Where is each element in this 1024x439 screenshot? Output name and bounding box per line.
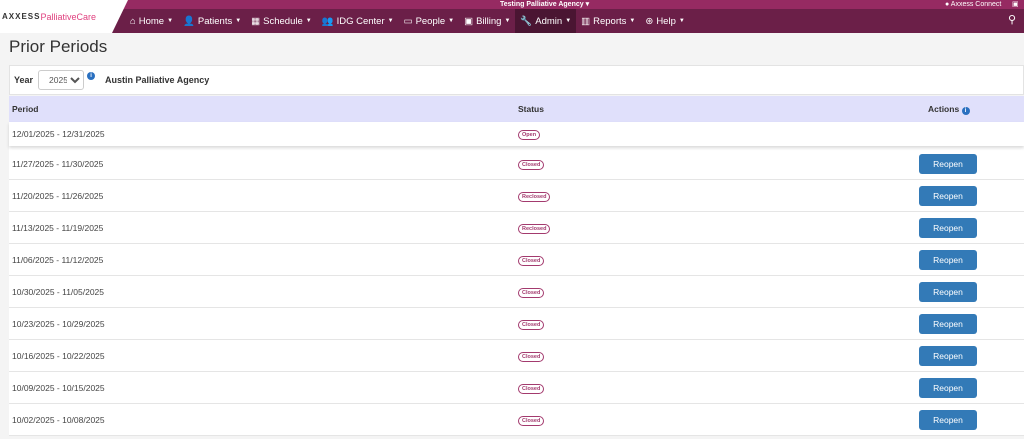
caret-down-icon: ▼ <box>305 18 312 24</box>
reopen-button[interactable]: Reopen <box>919 281 977 302</box>
chart-icon: ▥ <box>581 15 591 27</box>
reopen-button[interactable]: Reopen <box>919 313 977 334</box>
caret-down-icon: ▼ <box>565 18 572 24</box>
period-cell: 11/20/2025 - 11/26/2025 <box>12 190 104 201</box>
status-header: Status <box>518 104 544 114</box>
status-badge: Closed <box>518 158 545 170</box>
year-select[interactable]: 2025 <box>38 70 85 90</box>
life-ring-icon: ⊛ <box>645 15 654 27</box>
nav-label: Reports <box>593 15 627 27</box>
period-cell: 10/16/2025 - 10/22/2025 <box>12 350 105 361</box>
nav-billing[interactable]: ▣ Billing ▼ <box>459 9 515 33</box>
reopen-button[interactable]: Reopen <box>919 345 977 366</box>
table-row: 11/20/2025 - 11/26/2025 Reclosed Reopen <box>9 180 1024 212</box>
table-row: 12/01/2025 - 12/31/2025 Open <box>9 122 1024 146</box>
caret-down-icon: ▼ <box>387 18 394 24</box>
table-row: 10/02/2025 - 10/08/2025 Closed Reopen <box>9 404 1024 436</box>
table-header: Period Status Actions i <box>9 96 1024 122</box>
table-row: 11/27/2025 - 11/30/2025 Closed Reopen <box>9 148 1024 180</box>
table-row: 10/09/2025 - 10/15/2025 Closed Reopen <box>9 372 1024 404</box>
nav-label: Help <box>656 15 676 27</box>
period-cell: 10/23/2025 - 10/29/2025 <box>12 318 105 329</box>
wrench-icon: 🔧 <box>520 15 533 27</box>
status-badge: Closed <box>518 286 545 298</box>
nav-label: People <box>415 15 446 27</box>
period-cell: 11/27/2025 - 11/30/2025 <box>12 158 104 169</box>
caret-down-icon: ▼ <box>448 18 455 24</box>
nav-idg-center[interactable]: 👥 IDG Center ▼ <box>317 9 399 33</box>
status-badge: Closed <box>518 414 545 426</box>
agency-switcher[interactable]: Testing Palliative Agency ▾ <box>500 0 589 9</box>
period-cell: 11/06/2025 - 11/12/2025 <box>12 254 104 265</box>
nav-menu: ⌂ Home ▼ 👤 Patients ▼ ▦ Schedule ▼ 👥 IDG Center ▼ ▭ P… <box>125 9 690 33</box>
reopen-button[interactable]: Reopen <box>919 217 977 238</box>
caret-down-icon: ▼ <box>678 18 685 24</box>
reopen-button[interactable]: Reopen <box>919 249 977 270</box>
info-icon[interactable]: i <box>87 72 96 80</box>
caret-down-icon: ▼ <box>235 18 242 24</box>
calendar-icon: ▦ <box>251 15 261 27</box>
period-cell: 10/09/2025 - 10/15/2025 <box>12 382 105 393</box>
home-icon: ⌂ <box>130 15 136 27</box>
users-icon: 👥 <box>321 15 334 27</box>
actions-header: Actions i <box>928 104 970 115</box>
table-row: 11/13/2025 - 11/19/2025 Reclosed Reopen <box>9 212 1024 244</box>
calendar-icon[interactable]: ▣ <box>1012 0 1019 9</box>
nav-schedule[interactable]: ▦ Schedule ▼ <box>246 9 317 33</box>
period-cell: 11/13/2025 - 11/19/2025 <box>12 222 104 233</box>
nav-home[interactable]: ⌂ Home ▼ <box>125 9 178 33</box>
reopen-button[interactable]: Reopen <box>919 185 977 206</box>
search-icon[interactable]: ⚲ <box>1008 13 1016 26</box>
id-card-icon: ▭ <box>403 15 413 27</box>
nav-help[interactable]: ⊛ Help ▼ <box>640 9 689 33</box>
user-icon: 👤 <box>183 15 195 27</box>
caret-down-icon: ▼ <box>504 18 511 24</box>
nav-label: IDG Center <box>336 15 385 27</box>
page-title: Prior Periods <box>9 37 108 56</box>
filter-panel: Year 2025 i Austin Palliative Agency <box>9 65 1024 95</box>
info-icon[interactable]: i <box>961 106 970 115</box>
period-cell: 10/30/2025 - 11/05/2025 <box>12 286 105 297</box>
nav-people[interactable]: ▭ People ▼ <box>399 9 460 33</box>
period-header: Period <box>12 104 39 114</box>
table-row: 10/30/2025 - 11/05/2025 Closed Reopen <box>9 276 1024 308</box>
reopen-button[interactable]: Reopen <box>919 377 977 398</box>
nav-reports[interactable]: ▥ Reports ▼ <box>576 9 640 33</box>
status-badge: Reclosed <box>518 222 551 234</box>
caret-down-icon: ▼ <box>167 18 174 24</box>
table-row: 10/16/2025 - 10/22/2025 Closed Reopen <box>9 340 1024 372</box>
status-badge: Open <box>518 128 541 140</box>
status-badge: Reclosed <box>518 190 551 202</box>
axxess-connect-link[interactable]: ● Axxess Connect <box>945 0 1001 9</box>
nav-label: Schedule <box>263 15 303 27</box>
table-row: 11/06/2025 - 11/12/2025 Closed Reopen <box>9 244 1024 276</box>
status-badge: Closed <box>518 318 545 330</box>
status-badge: Closed <box>518 382 545 394</box>
year-label: Year <box>14 75 34 85</box>
nav-admin[interactable]: 🔧 Admin ▼ <box>515 9 577 33</box>
agency-name: Austin Palliative Agency <box>105 75 210 85</box>
reopen-button[interactable]: Reopen <box>919 153 977 174</box>
reopen-button[interactable]: Reopen <box>919 409 977 430</box>
status-badge: Closed <box>518 350 545 362</box>
nav-label: Patients <box>197 15 233 27</box>
periods-table: Period Status Actions i 12/01/2025 - 12/… <box>9 96 1024 436</box>
period-cell: 12/01/2025 - 12/31/2025 <box>12 129 105 139</box>
table-row: 10/23/2025 - 10/29/2025 Closed Reopen <box>9 308 1024 340</box>
nav-label: Admin <box>535 15 563 27</box>
nav-patients[interactable]: 👤 Patients ▼ <box>178 9 246 33</box>
money-icon: ▣ <box>464 15 474 27</box>
period-cell: 10/02/2025 - 10/08/2025 <box>12 414 105 425</box>
nav-label: Home <box>138 15 165 27</box>
nav-label: Billing <box>476 15 502 27</box>
caret-down-icon: ▼ <box>629 18 636 24</box>
status-badge: Closed <box>518 254 545 266</box>
